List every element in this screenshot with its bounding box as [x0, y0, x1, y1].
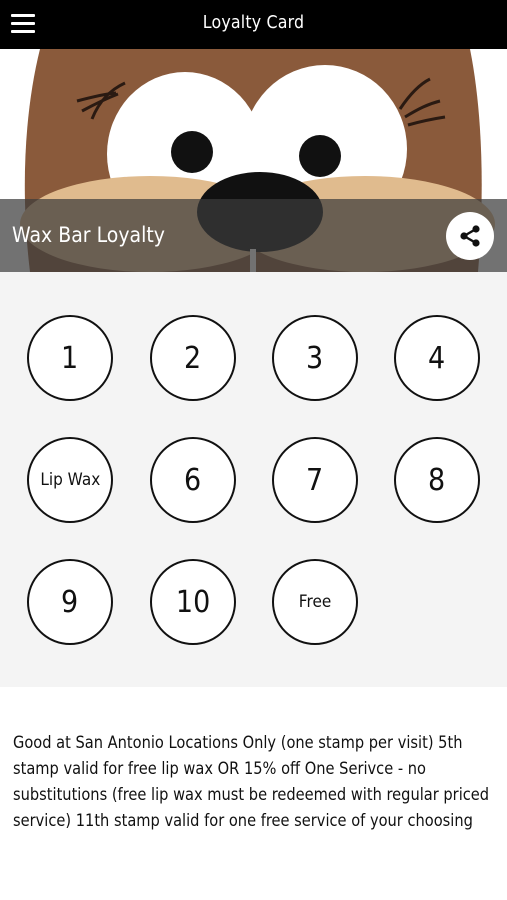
stamp-7[interactable]: 7 — [272, 437, 358, 523]
hero-banner: Wax Bar Loyalty — [0, 49, 507, 272]
stamp-label: Lip Wax — [40, 470, 100, 490]
stamp-8[interactable]: 8 — [394, 437, 480, 523]
stamp-lip-wax[interactable]: Lip Wax — [27, 437, 113, 523]
stamp-label: 10 — [175, 584, 211, 620]
stamp-1[interactable]: 1 — [27, 315, 113, 401]
stamp-10[interactable]: 10 — [150, 559, 236, 645]
stamp-label: 1 — [61, 340, 79, 376]
stamp-2[interactable]: 2 — [150, 315, 236, 401]
stamp-label: 2 — [184, 340, 202, 376]
terms-body: Good at San Antonio Locations Only (one … — [13, 733, 490, 831]
stamp-free[interactable]: Free — [272, 559, 358, 645]
stamp-grid: 1 2 3 4 Lip Wax 6 7 8 9 10 Free — [0, 272, 507, 687]
card-title: Wax Bar Loyalty — [12, 223, 165, 247]
stamp-9[interactable]: 9 — [27, 559, 113, 645]
stamp-label: Free — [298, 592, 332, 612]
stamp-label: 8 — [428, 462, 446, 498]
top-app-bar: Loyalty Card — [0, 0, 507, 49]
stamp-label: 7 — [306, 462, 324, 498]
stamp-4[interactable]: 4 — [394, 315, 480, 401]
stamp-label: 3 — [306, 340, 324, 376]
stamp-label: 9 — [61, 584, 79, 620]
stamp-3[interactable]: 3 — [272, 315, 358, 401]
stamp-label: 4 — [428, 340, 446, 376]
terms-text: Good at San Antonio Locations Only (one … — [13, 730, 493, 834]
share-button[interactable] — [446, 212, 494, 260]
page-title: Loyalty Card — [202, 12, 305, 33]
stamp-6[interactable]: 6 — [150, 437, 236, 523]
stamp-label: 6 — [184, 462, 202, 498]
share-icon — [460, 225, 480, 247]
